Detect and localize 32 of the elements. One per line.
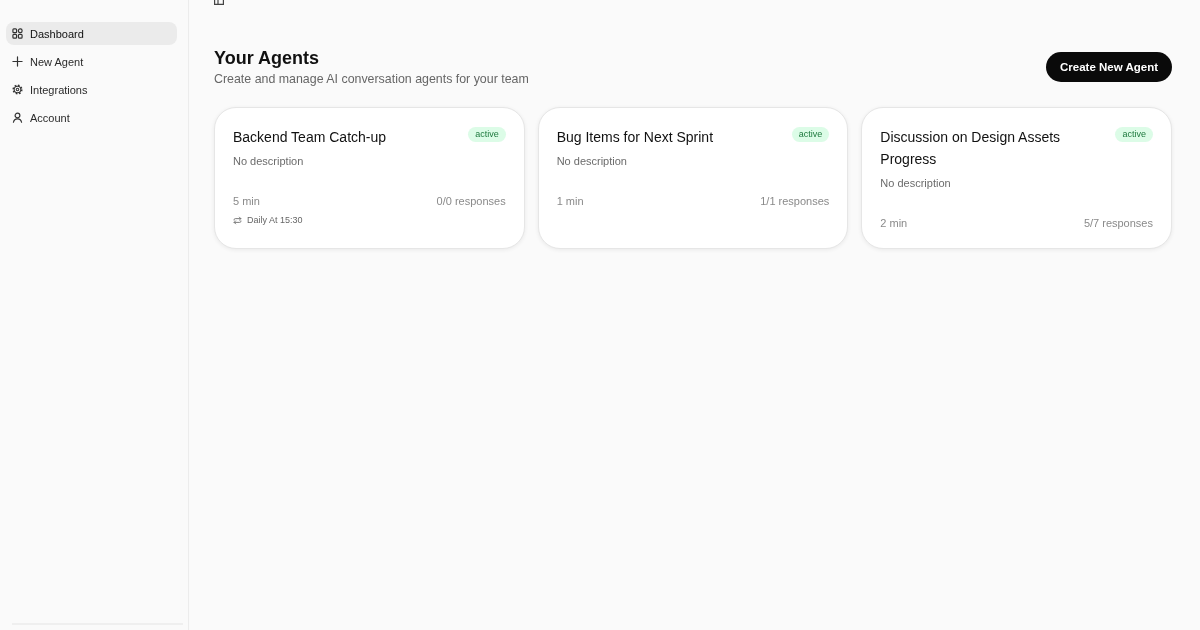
- agent-description: No description: [556, 154, 628, 168]
- create-agent-button[interactable]: Create New Agent: [1046, 52, 1172, 82]
- settings-icon: [12, 84, 23, 95]
- agent-title: Bug Items for Next Sprint: [556, 128, 714, 147]
- repeat-icon: [233, 215, 242, 225]
- agent-description: No description: [880, 176, 952, 190]
- agent-title: Discussion on Design Assets Progress: [880, 128, 1062, 169]
- sidebar-item[interactable]: New Agent: [6, 50, 177, 73]
- page-title: Your Agents: [214, 47, 320, 69]
- duration-text: 2 min: [880, 216, 908, 230]
- person-icon: [12, 112, 23, 123]
- sidebar-item[interactable]: Integrations: [6, 78, 177, 101]
- agent-card[interactable]: Bug Items for Next Sprint active No description 1 min 1/1 responses: [537, 107, 849, 249]
- sidebar-item[interactable]: Dashboard: [6, 22, 177, 45]
- plus-icon: [12, 56, 23, 67]
- grid-icon: [12, 28, 23, 39]
- agent-card[interactable]: Backend Team Catch-up active No description 5 min 0/0 responses Daily At 15:30: [214, 107, 525, 249]
- status-badge: active: [1115, 127, 1153, 142]
- panel-icon: [214, 0, 224, 5]
- responses-count: 1/1 responses: [760, 194, 830, 208]
- schedule-text: Daily At 15:30: [247, 214, 303, 226]
- responses-count: 5/7 responses: [1083, 216, 1153, 230]
- agent-card[interactable]: Discussion on Design Assets Progress active No description 2 min 5/7 responses: [861, 107, 1172, 249]
- responses-count: 0/0 responses: [436, 194, 506, 208]
- status-badge: active: [791, 127, 830, 142]
- page-subtitle: Create and manage AI conversation agents for your team: [214, 71, 529, 87]
- agent-title: Backend Team Catch-up: [233, 128, 387, 147]
- duration-text: 1 min: [556, 194, 584, 208]
- agent-description: No description: [233, 154, 305, 168]
- duration-text: 5 min: [233, 194, 260, 208]
- sidebar-item[interactable]: Account: [6, 106, 177, 129]
- status-badge: active: [468, 127, 506, 142]
